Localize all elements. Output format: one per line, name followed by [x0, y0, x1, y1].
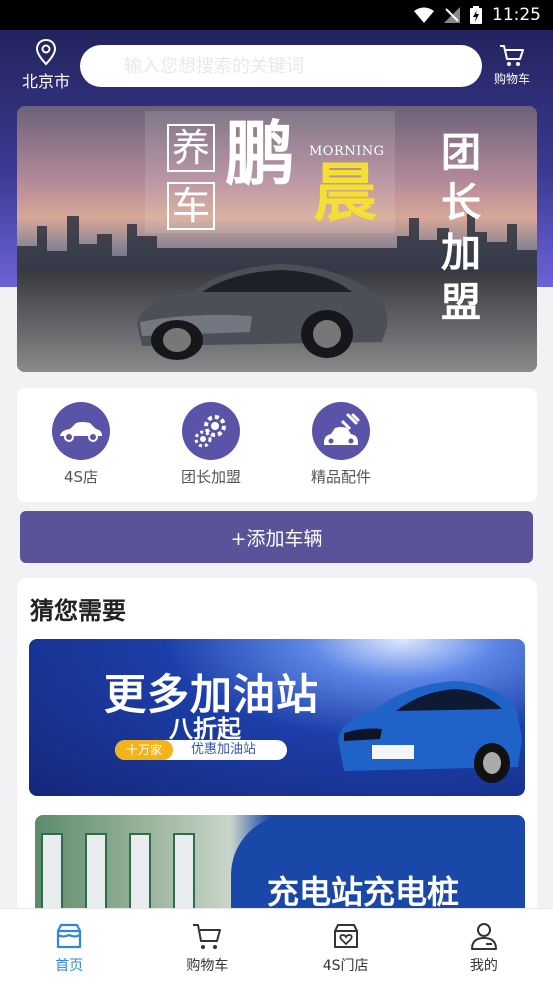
shop-heart-icon [333, 924, 358, 948]
blue-car-image [338, 681, 522, 783]
no-signal-icon [444, 7, 460, 23]
tab-label: 4S门店 [322, 958, 369, 974]
gas-promo-tag-text: 优惠加油站 [191, 742, 257, 757]
charging-pile [85, 833, 107, 918]
banner-vertical-slogan: 团长加盟 [441, 129, 481, 326]
wifi-icon [414, 7, 434, 23]
location-pin-icon [35, 38, 57, 66]
banner-char-yang: 养 [167, 124, 215, 172]
gears-icon [194, 415, 226, 448]
charging-pile [41, 833, 63, 918]
status-time: 11:25 [492, 5, 541, 25]
tab-label: 我的 [469, 958, 498, 974]
recommend-title: 猜您需要 [30, 597, 126, 625]
banner-char-peng: 鹏 [225, 112, 295, 195]
quick-action-accessories[interactable]: 精品配件 [296, 402, 386, 487]
top-bar: 北京市 购物车 [0, 30, 553, 105]
gas-promo-tag: 十万家 [115, 740, 173, 760]
gas-promo-subheadline: 八折起 [169, 714, 241, 743]
quick-action-label: 精品配件 [310, 468, 371, 486]
user-icon [470, 923, 497, 950]
cart-icon [193, 924, 222, 949]
car-repair-icon [324, 413, 360, 445]
quick-action-4s-store[interactable]: 4S店 [36, 402, 126, 487]
quick-actions-panel: 4S店 团长加盟 精品配件 [17, 388, 537, 502]
header-cart-label: 购物车 [493, 72, 530, 86]
header-cart-button[interactable]: 购物车 [489, 44, 535, 87]
charging-pile [129, 833, 151, 918]
tab-label: 首页 [55, 958, 84, 974]
charging-promo-headline: 充电站充电桩 [267, 873, 460, 911]
quick-action-icon-bg [52, 402, 110, 460]
quick-action-icon-bg [312, 402, 370, 460]
banner-char-che: 车 [167, 182, 215, 230]
search-bar[interactable] [80, 45, 482, 87]
quick-action-label: 团长加盟 [180, 468, 241, 486]
location-label: 北京市 [21, 72, 70, 91]
quick-action-leader-join[interactable]: 团长加盟 [166, 402, 256, 487]
tab-home[interactable]: 首页 [0, 909, 138, 983]
car-icon [60, 422, 102, 442]
quick-action-icon-bg [182, 402, 240, 460]
tab-cart[interactable]: 购物车 [138, 909, 276, 983]
search-input[interactable] [124, 55, 482, 77]
gas-station-promo-card[interactable]: 更多加油站 八折起 十万家 优惠加油站 [29, 639, 525, 796]
add-vehicle-button[interactable]: +添加车辆 [20, 511, 533, 563]
sports-car-image [137, 264, 388, 360]
location-selector[interactable]: 北京市 [18, 38, 74, 92]
quick-action-label: 4S店 [63, 468, 99, 486]
tab-4s-stores[interactable]: 4S门店 [277, 909, 415, 983]
tab-profile[interactable]: 我的 [415, 909, 553, 983]
tab-label: 购物车 [186, 958, 229, 974]
recommend-section: 猜您需要 更多加油站 八折起 十万家 优惠加油站 充电站充电桩 [17, 578, 537, 918]
charging-pile [173, 833, 195, 918]
bottom-tab-bar: 首页 购物车 4S门店 我的 [0, 908, 553, 983]
cart-icon [500, 45, 524, 66]
charging-station-promo-card[interactable]: 充电站充电桩 [35, 815, 525, 918]
banner-char-chen: 晨 [313, 156, 377, 231]
status-bar: 11:25 [0, 0, 553, 30]
home-store-icon [57, 923, 82, 949]
battery-charging-icon [470, 6, 482, 24]
promo-banner[interactable]: 养 车 鹏 MORNING 晨 团长加盟 [17, 106, 537, 372]
